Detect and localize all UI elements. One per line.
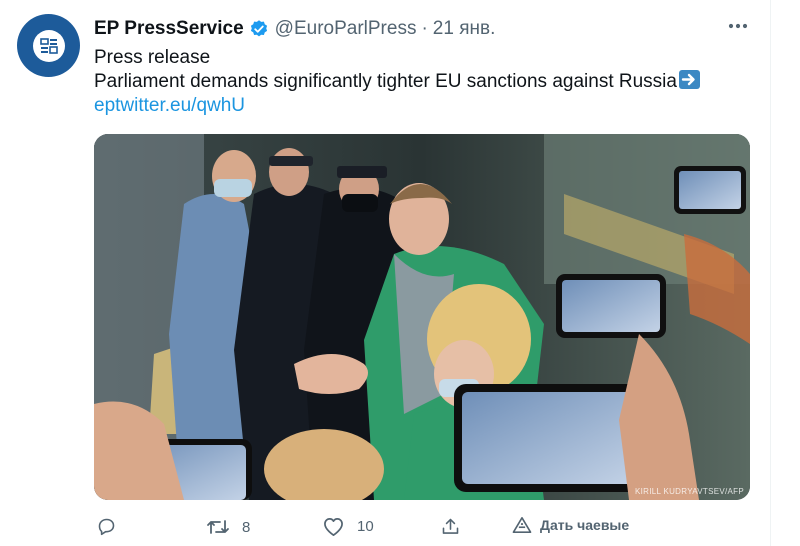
author-handle[interactable]: @EuroParlPress [275,18,417,40]
like-count: 10 [357,518,374,535]
share-icon [440,516,461,537]
author-name[interactable]: EP PressService [94,18,244,40]
tweet-actions: 8 10 Дать чаевые [94,516,694,540]
verified-badge-icon [249,19,269,39]
tip-icon [512,516,532,534]
retweet-count: 8 [242,518,251,536]
right-arrow-emoji [678,70,700,89]
separator-dot: · [421,18,428,39]
headline-text: Parliament demands significantly tighter… [94,71,677,92]
tweet-photo[interactable]: KIRILL KUDRYAVTSEV/AFP [94,134,750,500]
reply-button[interactable] [96,516,117,537]
retweet-button[interactable]: 8 [206,516,250,538]
tweet-text-line-1: Press release [94,47,211,68]
avatar[interactable] [17,14,80,77]
tweet-date[interactable]: 21 янв. [433,18,496,40]
reply-icon [96,516,117,537]
tweet-link[interactable]: eptwitter.eu/qwhU [94,94,700,118]
tweet: EP PressService @EuroParlPress · 21 янв.… [0,0,771,546]
tip-label: Дать чаевые [540,517,630,533]
like-button[interactable]: 10 [322,516,374,537]
tweet-text-line-2: Parliament demands significantly tighter… [94,70,700,94]
tweet-text: Press release Parliament demands signifi… [94,46,700,118]
photo-credit: KIRILL KUDRYAVTSEV/AFP [634,487,744,496]
photo-scene [94,134,750,500]
tweet-header: EP PressService @EuroParlPress · 21 янв. [94,18,495,40]
more-icon[interactable] [726,16,750,36]
retweet-icon [206,516,230,538]
tip-button[interactable]: Дать чаевые [512,516,629,534]
ep-logo-icon [32,29,65,62]
like-icon [322,516,345,537]
share-button[interactable] [440,516,461,537]
